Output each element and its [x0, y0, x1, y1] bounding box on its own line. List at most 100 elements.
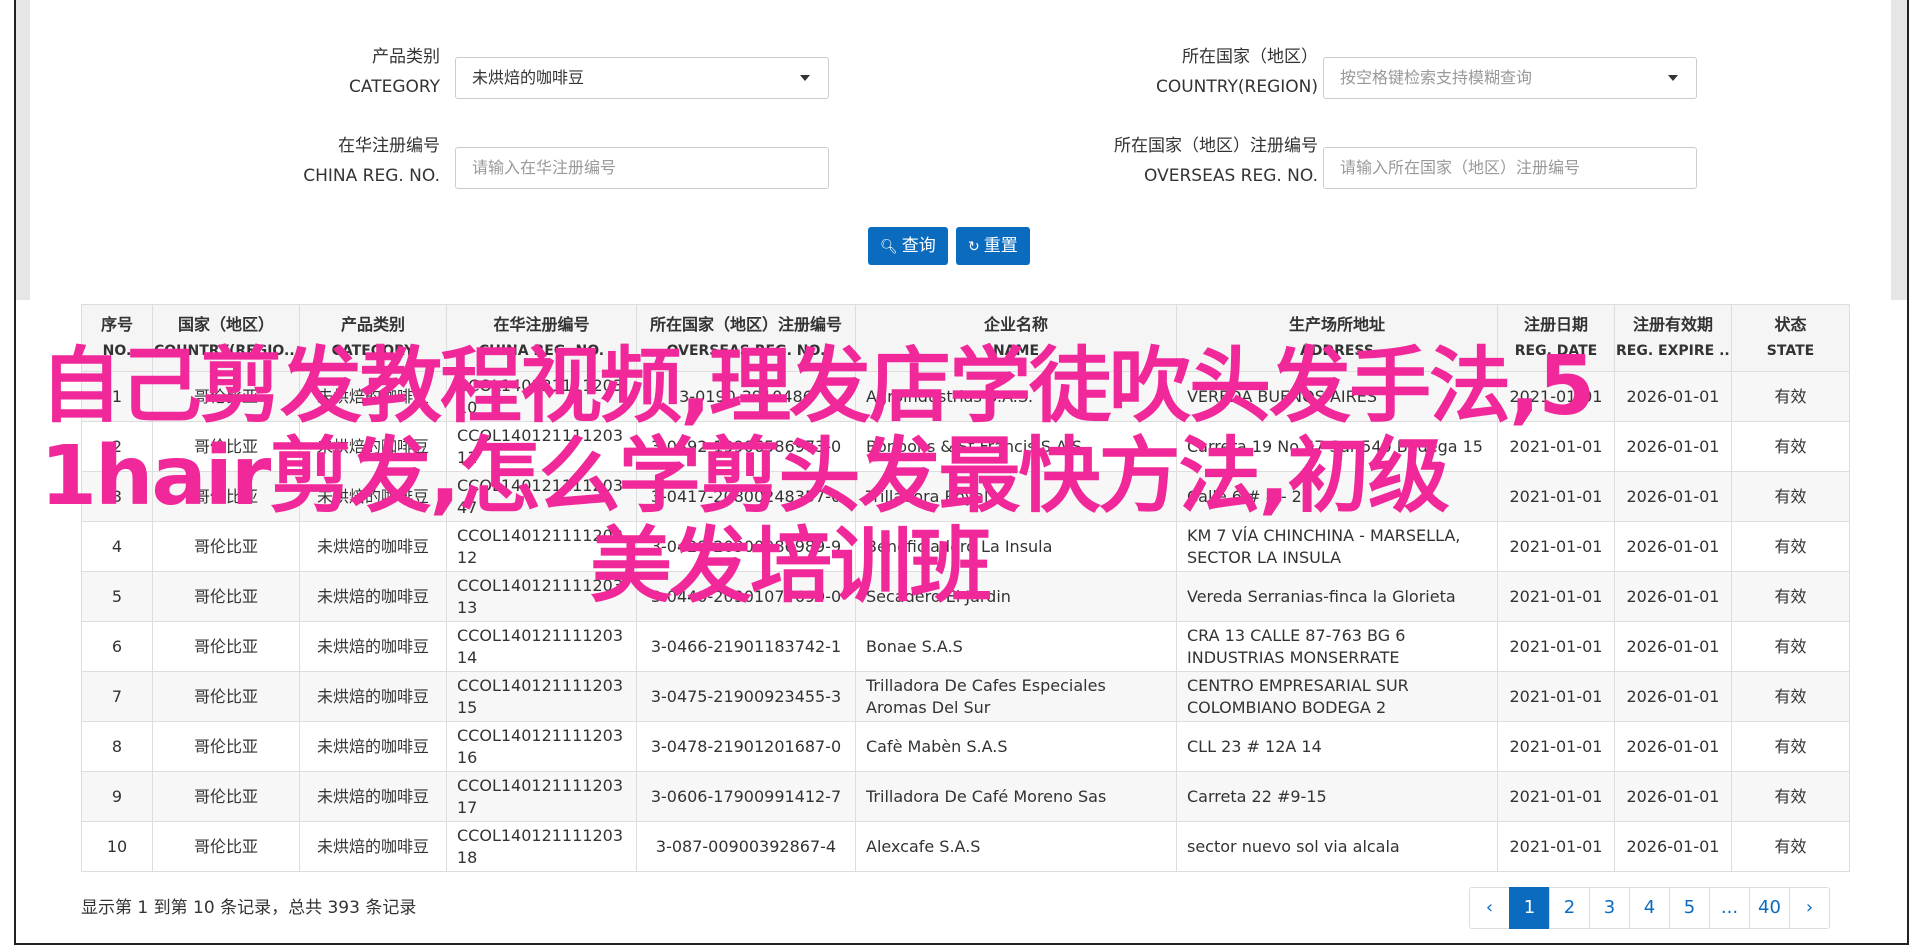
cell-name: Alexcafe S.A.S: [855, 821, 1177, 872]
column-header[interactable]: 序号 NO.: [81, 304, 153, 372]
column-header-en: CATEGORY: [331, 343, 415, 359]
cell-address: Carreta 22 #9-15: [1176, 771, 1498, 822]
cell-category: 未烘焙的咖啡豆: [299, 521, 447, 572]
cell-name: Bonae S.A.S: [855, 621, 1177, 672]
cell-country: 哥伦比亚: [152, 521, 300, 572]
column-header-cn: 注册有效期: [1632, 315, 1713, 334]
china-reg-input[interactable]: 请输入在华注册编号: [455, 147, 829, 189]
cell-state: 有效: [1731, 521, 1850, 572]
pagination-page-button[interactable]: 3: [1589, 887, 1630, 929]
overseas-reg-placeholder: 请输入所在国家（地区）注册编号: [1340, 158, 1581, 177]
column-header[interactable]: 产品类别 CATEGORY: [299, 304, 447, 372]
pagination-page-button[interactable]: ...: [1709, 887, 1750, 929]
cell-address: sector nuevo sol via alcala: [1176, 821, 1498, 872]
cell-reg-date: 2021-01-01: [1497, 621, 1615, 672]
overseas-reg-input[interactable]: 请输入所在国家（地区）注册编号: [1323, 147, 1697, 189]
cell-state: 有效: [1731, 571, 1850, 622]
cell-overseas-reg: 3-0428-20900986989-9: [636, 521, 856, 572]
pagination-page-button[interactable]: 4: [1629, 887, 1670, 929]
table-row[interactable]: 3 哥伦比亚 未烘焙的咖啡豆 CCOL140121111203 47 3-0417-20…: [81, 471, 1850, 522]
cell-reg-date: 2021-01-01: [1497, 671, 1615, 722]
column-header-cn: 产品类别: [340, 315, 405, 334]
column-header[interactable]: 所在国家（地区）注册编号 OVERSEAS REG. NO.: [636, 304, 856, 372]
pagination-next-button[interactable]: ›: [1789, 887, 1830, 929]
cell-expire: 2026-01-01: [1614, 721, 1732, 772]
table-row[interactable]: 7 哥伦比亚 未烘焙的咖啡豆 CCOL140121111203 15 3-0475-21…: [81, 671, 1850, 722]
column-header-cn: 注册日期: [1523, 315, 1588, 334]
table-row[interactable]: 2 哥伦比亚 未烘焙的咖啡豆 CCOL140121111203 11 3-0392-19…: [81, 421, 1850, 472]
column-header[interactable]: 状态 STATE: [1731, 304, 1850, 372]
cell-no: 1: [81, 371, 153, 422]
table-body: 1 哥伦比亚 未烘焙的咖啡豆 CCOL140121111203 10 3-0190-39…: [81, 371, 1850, 872]
cell-country: 哥伦比亚: [152, 671, 300, 722]
cell-address: KM 7 VÍA CHINCHINA - MARSELLA, SECTOR LA…: [1176, 521, 1498, 572]
cell-expire: 2026-01-01: [1614, 421, 1732, 472]
cell-no: 9: [81, 771, 153, 822]
cell-country: 哥伦比亚: [152, 421, 300, 472]
column-header-cn: 序号: [100, 315, 133, 334]
column-header[interactable]: 注册日期 REG. DATE: [1497, 304, 1615, 372]
cell-address: Carrera 19 No 67 Sur-540 Bodega 15: [1176, 421, 1498, 472]
cell-expire: 2026-01-01: [1614, 571, 1732, 622]
table-row[interactable]: 9 哥伦比亚 未烘焙的咖啡豆 CCOL140121111203 17 3-0606-17…: [81, 771, 1850, 822]
pagination-page-button[interactable]: 2: [1549, 887, 1590, 929]
cell-reg-date: 2021-01-01: [1497, 521, 1615, 572]
column-header[interactable]: 国家（地区） COUNTRY(REGIO...: [152, 304, 300, 372]
cell-state: 有效: [1731, 371, 1850, 422]
cell-state: 有效: [1731, 621, 1850, 672]
column-header-cn: 国家（地区）: [177, 315, 274, 334]
table-row[interactable]: 6 哥伦比亚 未烘焙的咖啡豆 CCOL140121111203 14 3-0466-21…: [81, 621, 1850, 672]
column-header[interactable]: 在华注册编号 CHINA REG. NO.: [446, 304, 637, 372]
column-header-en: ADDRESS: [1300, 343, 1374, 359]
chevron-down-icon: [1668, 75, 1678, 81]
cell-overseas-reg: 3-0478-21901201687-0: [636, 721, 856, 772]
country-label-cn: 所在国家（地区）: [1182, 47, 1318, 67]
cell-china-reg: CCOL140121111203 13: [446, 571, 637, 622]
reset-button[interactable]: ↻ 重置: [956, 227, 1030, 265]
column-header-en: NO.: [102, 343, 132, 359]
left-scroll-strip: [16, 0, 30, 300]
column-header[interactable]: 企业名称 NAME: [855, 304, 1177, 372]
column-header-cn: 在华注册编号: [493, 315, 590, 334]
cell-china-reg: CCOL140121111203 12: [446, 521, 637, 572]
country-label-en: COUNTRY(REGION): [1155, 77, 1318, 97]
search-button-label: 查询: [901, 236, 936, 256]
cell-expire: 2026-01-01: [1614, 821, 1732, 872]
overseas-reg-label-cn: 所在国家（地区）注册编号: [1114, 136, 1318, 156]
cell-country: 哥伦比亚: [152, 571, 300, 622]
pagination-page-button[interactable]: 40: [1749, 887, 1790, 929]
cell-address: Vereda Serranias-finca la Glorieta: [1176, 571, 1498, 622]
category-label-en: CATEGORY: [349, 77, 440, 97]
column-header[interactable]: 注册有效期 REG. EXPIRE ...: [1614, 304, 1732, 372]
cell-reg-date: 2021-01-01: [1497, 471, 1615, 522]
table-header-row: 序号 NO. 国家（地区） COUNTRY(REGIO... 产品类别 CATEGORY 在…: [81, 304, 1850, 372]
search-button[interactable]: 🔍︎ 查询: [868, 227, 948, 265]
cell-no: 4: [81, 521, 153, 572]
column-header[interactable]: 生产场所地址 ADDRESS: [1176, 304, 1498, 372]
table-row[interactable]: 4 哥伦比亚 未烘焙的咖啡豆 CCOL140121111203 12 3-0428-20…: [81, 521, 1850, 572]
cell-name: Beneficiadero La Insula: [855, 521, 1177, 572]
table-row[interactable]: 8 哥伦比亚 未烘焙的咖啡豆 CCOL140121111203 16 3-0478-21…: [81, 721, 1850, 772]
cell-overseas-reg: 3-0606-17900991412-7: [636, 771, 856, 822]
pagination-page-button[interactable]: 5: [1669, 887, 1710, 929]
cell-state: 有效: [1731, 821, 1850, 872]
cell-expire: 2026-01-01: [1614, 371, 1732, 422]
category-select[interactable]: 未烘焙的咖啡豆: [455, 57, 829, 99]
cell-china-reg: CCOL140121111203 15: [446, 671, 637, 722]
cell-china-reg: CCOL140121111203 16: [446, 721, 637, 772]
search-icon: 🔍︎: [880, 239, 898, 255]
cell-address: VEREDA BUENOS AIRES: [1176, 371, 1498, 422]
pagination-page-button[interactable]: 1: [1509, 887, 1550, 929]
column-header-en: STATE: [1766, 343, 1815, 359]
table-row[interactable]: 5 哥伦比亚 未烘焙的咖啡豆 CCOL140121111203 13 3-0440-20…: [81, 571, 1850, 622]
column-header-en: COUNTRY(REGIO...: [154, 343, 300, 359]
pagination-prev-button[interactable]: ‹: [1469, 887, 1510, 929]
cell-category: 未烘焙的咖啡豆: [299, 421, 447, 472]
cell-address: Calle 6 # 8 - 28: [1176, 471, 1498, 522]
category-label: 产品类别 CATEGORY: [296, 42, 440, 102]
table-row[interactable]: 1 哥伦比亚 未烘焙的咖啡豆 CCOL140121111203 10 3-0190-39…: [81, 371, 1850, 422]
country-select[interactable]: 按空格键检索支持模糊查询: [1323, 57, 1697, 99]
column-header-en: NAME: [992, 343, 1040, 359]
table-row[interactable]: 10 哥伦比亚 未烘焙的咖啡豆 CCOL140121111203 18 3-087-00…: [81, 821, 1850, 872]
cell-overseas-reg: 3-087-00900392867-4: [636, 821, 856, 872]
